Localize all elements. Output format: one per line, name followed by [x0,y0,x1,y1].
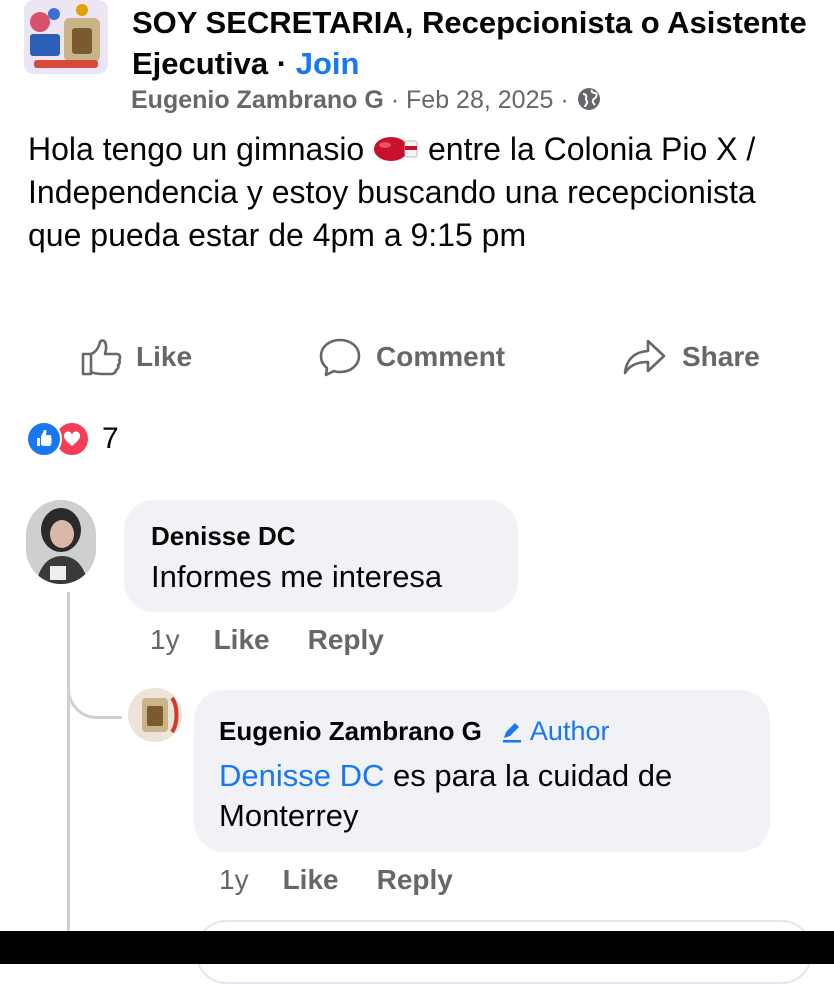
comment-meta: 1y Like Reply [150,624,422,656]
commenter-name[interactable]: Denisse DC [151,521,296,552]
group-avatar[interactable] [24,0,108,74]
share-button[interactable]: Share [622,336,760,378]
like-reaction-icon [26,421,62,457]
comment-label: Comment [376,341,506,372]
post-text: Hola tengo un gimnasio entre la Colonia … [28,128,808,257]
thumbs-up-icon [81,339,122,376]
comment-like-button[interactable]: Like [283,864,339,896]
mention-link[interactable]: Denisse DC [219,758,384,793]
comment-bubble-icon [319,338,361,377]
group-name-link[interactable]: SOY SECRETARIA, Recepcionista o Asistent… [132,5,807,81]
author-badge-label: Author [529,716,610,746]
meta-separator: · [390,86,407,114]
reply-meta: 1y Like Reply [219,864,491,896]
post-meta: Eugenio Zambrano G · Feb 28, 2025 · [131,85,602,115]
pencil-icon [502,722,521,742]
post-text-part1: Hola tengo un gimnasio [28,131,365,167]
commenter-name[interactable]: Eugenio Zambrano G [219,716,482,747]
comment-like-button[interactable]: Like [214,624,270,656]
post-date[interactable]: Feb 28, 2025 [406,86,553,114]
comment-time[interactable]: 1y [219,864,249,896]
meta-separator: · [560,86,576,114]
group-photo-icon [24,0,108,74]
comment-time[interactable]: 1y [150,624,180,656]
reaction-count: 7 [102,422,119,455]
comment-reply-button[interactable]: Reply [308,624,384,656]
comment-reply-button[interactable]: Reply [377,864,453,896]
bottom-black-bar [0,931,834,964]
thread-connector [67,660,122,719]
author-photo [128,688,182,742]
comment-text: Informes me interesa [151,559,443,594]
like-button[interactable]: Like [80,336,192,378]
share-arrow-icon [623,339,666,375]
avatar[interactable] [26,500,96,584]
post-author-link[interactable]: Eugenio Zambrano G [131,86,384,114]
reply-text: Denisse DC es para la cuidad de Monterre… [219,756,759,836]
reply-header: Eugenio Zambrano G Author [219,716,609,747]
commenter-photo [26,500,96,584]
avatar[interactable] [128,688,182,742]
like-label: Like [136,341,193,372]
group-title: SOY SECRETARIA, Recepcionista o Asistent… [132,2,822,84]
thread-line [67,592,70,932]
boxing-glove-icon [373,131,419,161]
reactions-summary[interactable]: 7 [26,421,119,457]
title-separator: · [276,46,288,81]
author-badge: Author [500,716,610,747]
comment-button[interactable]: Comment [318,336,505,378]
join-button[interactable]: Join [296,46,360,81]
share-label: Share [682,341,760,372]
globe-icon [576,86,602,112]
